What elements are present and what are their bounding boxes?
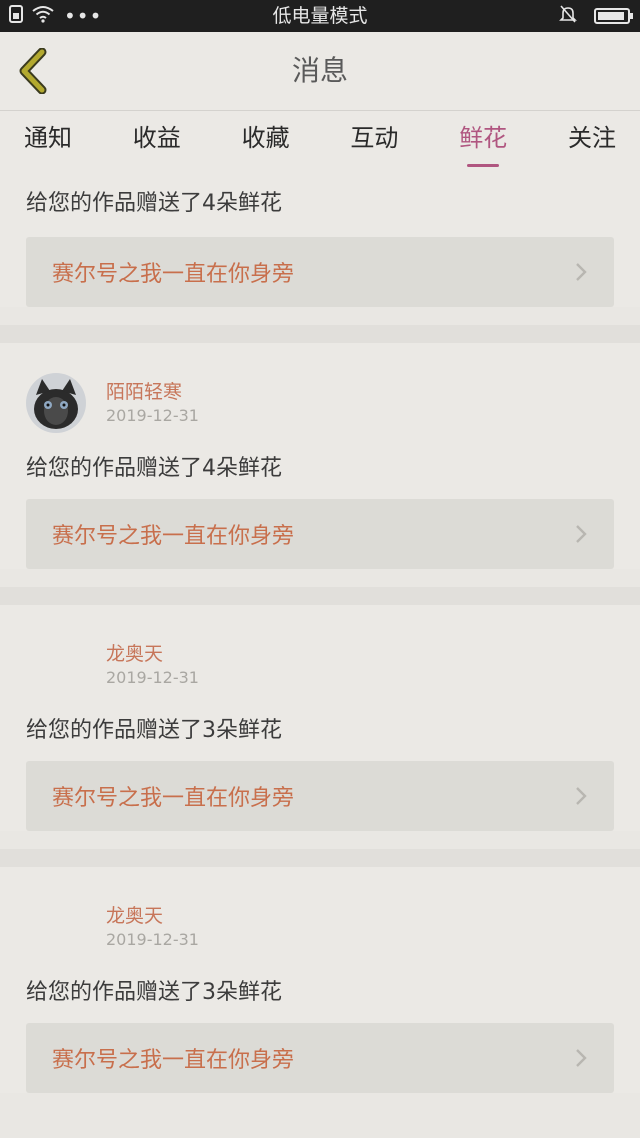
mute-bell-icon xyxy=(558,4,578,28)
header: 消息 xyxy=(0,32,640,111)
chevron-right-icon xyxy=(576,787,587,805)
work-link[interactable]: 赛尔号之我一直在你身旁 xyxy=(26,761,614,831)
timestamp: 2019-12-31 xyxy=(106,930,199,949)
divider xyxy=(0,587,640,605)
tab-bar: 通知 收益 收藏 互动 鲜花 关注 xyxy=(0,111,640,171)
list-item: 陌陌轻寒 2019-12-31 给您的作品赠送了4朵鲜花 赛尔号之我一直在你身旁 xyxy=(0,343,640,569)
avatar[interactable] xyxy=(26,635,86,695)
status-bar: ••• 低电量模式 xyxy=(0,0,640,32)
timestamp: 2019-12-31 xyxy=(106,668,199,687)
battery-icon xyxy=(594,8,633,24)
work-title: 赛尔号之我一直在你身旁 xyxy=(52,262,295,287)
gift-message: 给您的作品赠送了4朵鲜花 xyxy=(26,191,282,216)
status-bar-mode: 低电量模式 xyxy=(272,5,368,27)
list-item: 龙奥天 2019-12-31 给您的作品赠送了3朵鲜花 赛尔号之我一直在你身旁 xyxy=(0,867,640,1093)
work-link[interactable]: 赛尔号之我一直在你身旁 xyxy=(26,237,614,307)
message-feed: 给您的作品赠送了4朵鲜花 赛尔号之我一直在你身旁 陌陌轻寒 2019-12-31… xyxy=(0,171,640,1111)
tab-interactions[interactable]: 互动 xyxy=(350,111,398,171)
avatar[interactable] xyxy=(26,897,86,957)
tab-follows[interactable]: 关注 xyxy=(568,111,616,171)
username[interactable]: 陌陌轻寒 xyxy=(106,377,182,404)
work-title: 赛尔号之我一直在你身旁 xyxy=(52,786,295,811)
list-item: 给您的作品赠送了4朵鲜花 赛尔号之我一直在你身旁 xyxy=(0,171,640,307)
tab-favorites[interactable]: 收藏 xyxy=(242,111,290,171)
gift-message: 给您的作品赠送了3朵鲜花 xyxy=(26,980,282,1005)
tab-flowers[interactable]: 鲜花 xyxy=(459,111,507,171)
work-title: 赛尔号之我一直在你身旁 xyxy=(52,524,295,549)
tab-notifications[interactable]: 通知 xyxy=(24,111,72,171)
divider xyxy=(0,325,640,343)
work-link[interactable]: 赛尔号之我一直在你身旁 xyxy=(26,499,614,569)
work-link[interactable]: 赛尔号之我一直在你身旁 xyxy=(26,1023,614,1093)
gift-message: 给您的作品赠送了4朵鲜花 xyxy=(26,456,282,481)
gift-message: 给您的作品赠送了3朵鲜花 xyxy=(26,718,282,743)
page-title: 消息 xyxy=(291,54,348,87)
work-title: 赛尔号之我一直在你身旁 xyxy=(52,1048,295,1073)
chevron-right-icon xyxy=(576,263,587,281)
chevron-right-icon xyxy=(576,525,587,543)
username[interactable]: 龙奥天 xyxy=(106,639,163,666)
username[interactable]: 龙奥天 xyxy=(106,901,163,928)
list-item: 龙奥天 2019-12-31 给您的作品赠送了3朵鲜花 赛尔号之我一直在你身旁 xyxy=(0,605,640,831)
divider xyxy=(0,849,640,867)
chevron-right-icon xyxy=(576,1049,587,1067)
avatar[interactable] xyxy=(26,373,86,433)
timestamp: 2019-12-31 xyxy=(106,406,199,425)
tab-earnings[interactable]: 收益 xyxy=(133,111,181,171)
